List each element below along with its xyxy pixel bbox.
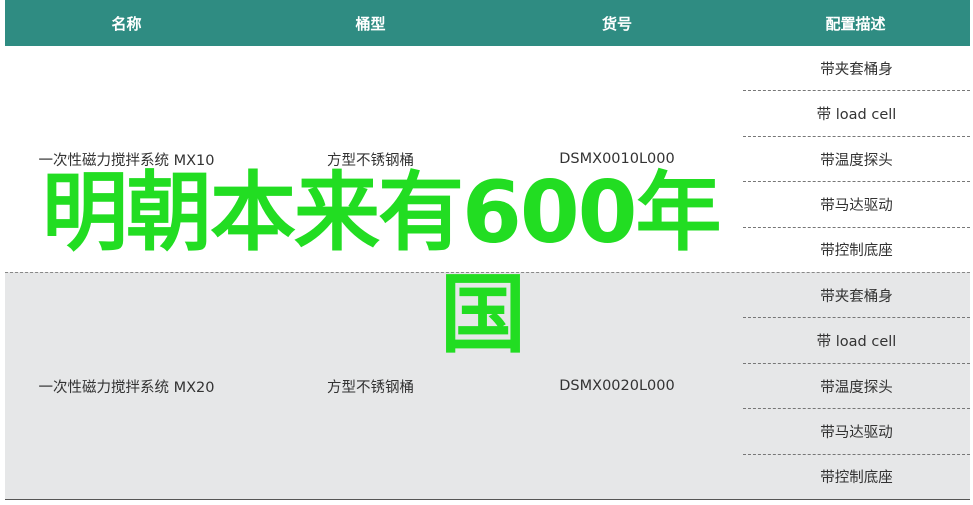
config-item: 带控制底座 [820, 470, 893, 487]
header-item-no: 货号 [601, 14, 632, 33]
overlay-caption-line2: 国 [440, 265, 526, 365]
config-item: 带控制底座 [820, 243, 893, 260]
config-list: 带夹套桶身 带 load cell 带温度探头 带马达驱动 带控制底座 [741, 273, 970, 499]
config-item: 带夹套桶身 [743, 273, 970, 319]
config-item: 带马达驱动 [743, 182, 970, 228]
row-name: 一次性磁力搅拌系统 MX20 [38, 379, 215, 396]
header-name: 名称 [111, 14, 142, 33]
row-item-no: DSMX0020L000 [559, 378, 675, 394]
config-item: 带温度探头 [743, 364, 970, 410]
config-item: 带夹套桶身 [743, 46, 970, 92]
config-item: 带 load cell [743, 91, 970, 137]
table-header: 名称 桶型 货号 配置描述 [5, 0, 970, 46]
config-list: 带夹套桶身 带 load cell 带温度探头 带马达驱动 带控制底座 [741, 46, 970, 272]
config-item: 带马达驱动 [743, 409, 970, 455]
header-config: 配置描述 [825, 14, 886, 33]
overlay-caption-line1: 明朝本来有600年 [42, 163, 722, 263]
config-item: 带温度探头 [743, 137, 970, 183]
header-bucket-type: 桶型 [355, 14, 386, 33]
config-item: 带 load cell [743, 318, 970, 364]
